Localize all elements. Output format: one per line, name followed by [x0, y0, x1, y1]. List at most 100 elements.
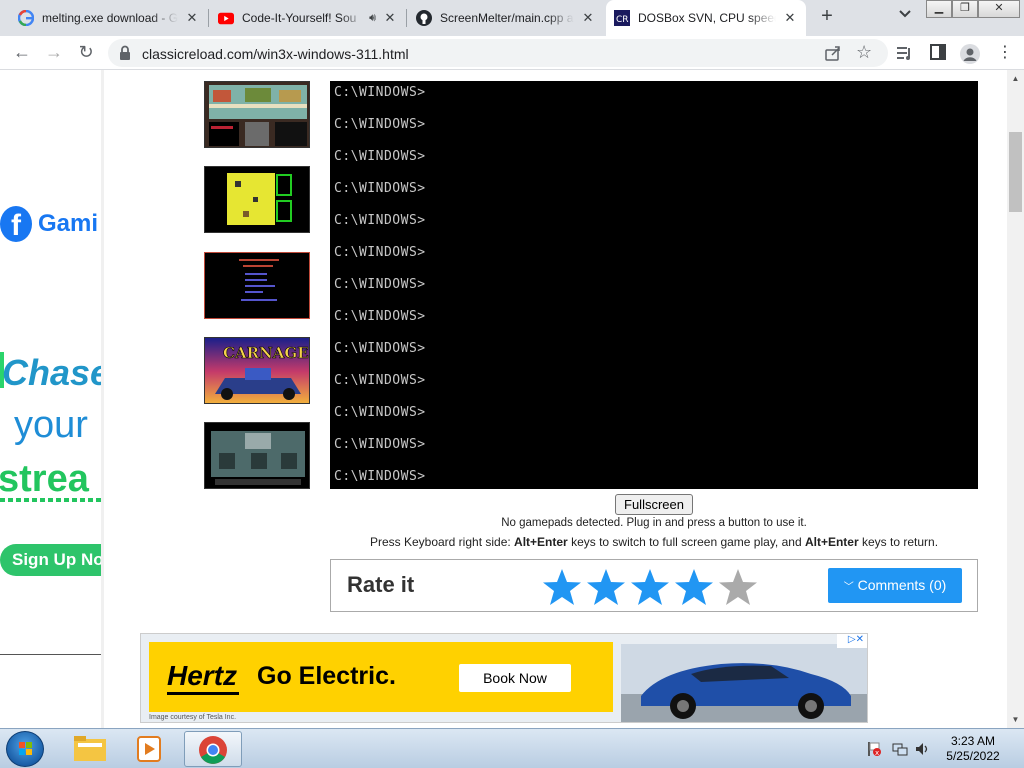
network-icon[interactable]	[892, 741, 908, 757]
ad-your-text: your	[14, 404, 88, 446]
media-player-icon	[137, 736, 161, 762]
profile-avatar-icon[interactable]	[960, 44, 980, 64]
window-controls: ▁ ❐ ✕	[926, 0, 1020, 18]
close-tab-icon[interactable]: ✕	[580, 10, 596, 26]
dos-prompt-line: C:\WINDOWS>	[334, 277, 426, 292]
ad-sign-up-button[interactable]: Sign Up Now	[0, 544, 101, 576]
tab-search-chevron-icon[interactable]	[896, 8, 914, 26]
close-tab-icon[interactable]: ✕	[382, 10, 398, 26]
ad-dashed-line	[0, 498, 101, 502]
minimize-button[interactable]: ▁	[926, 0, 952, 18]
volume-speaker-icon[interactable]	[914, 741, 930, 757]
share-icon[interactable]	[824, 44, 842, 62]
book-now-button[interactable]: Book Now	[459, 664, 571, 692]
chevron-down-icon: ﹀	[843, 582, 854, 593]
windows-taskbar: x 3:23 AM 5/25/2022	[0, 728, 1024, 768]
taskbar-explorer[interactable]	[60, 731, 118, 767]
game-thumbnail-4[interactable]: CARNAGE	[204, 337, 310, 404]
tab-youtube[interactable]: Code-It-Yourself! Sou 🔊︎ ✕	[210, 4, 406, 32]
tab-github[interactable]: ScreenMelter/main.cpp at ✕	[408, 4, 604, 32]
close-tab-icon[interactable]: ✕	[782, 10, 798, 26]
rating-star-3-icon[interactable]	[630, 568, 670, 606]
game-thumbnail-5[interactable]	[204, 422, 310, 489]
tab-separator	[208, 9, 209, 27]
comments-label: Comments (0)	[857, 577, 947, 593]
rating-star-2-icon[interactable]	[586, 568, 626, 606]
close-window-button[interactable]: ✕	[978, 0, 1020, 18]
action-center-flag-icon[interactable]: x	[866, 741, 882, 757]
ad-image-credit: Image courtesy of Tesla Inc.	[149, 714, 237, 721]
tab-title: Code-It-Yourself! Sou	[242, 11, 357, 25]
ad-choices-icon[interactable]: ▷✕	[837, 634, 867, 648]
rating-star-5-icon[interactable]	[718, 568, 758, 606]
tab-title: DOSBox SVN, CPU speed:	[638, 11, 776, 25]
game-thumbnail-2[interactable]	[204, 166, 310, 233]
comments-button[interactable]: ﹀ Comments (0)	[828, 568, 962, 603]
side-panel-icon[interactable]	[930, 44, 948, 62]
ad-stream-text: strea	[0, 458, 89, 500]
tab-dosbox[interactable]: CR DOSBox SVN, CPU speed: ✕	[606, 0, 806, 36]
facebook-icon: f	[0, 206, 32, 242]
windows-logo-icon	[19, 742, 32, 755]
dos-prompt-line: C:\WINDOWS>	[334, 181, 426, 196]
dos-prompt-line: C:\WINDOWS>	[334, 117, 426, 132]
tab-title: melting.exe download - G	[42, 11, 178, 25]
svg-text:CR: CR	[616, 15, 629, 25]
dos-prompt-line: C:\WINDOWS>	[334, 469, 426, 484]
bookmark-star-icon[interactable]: ☆	[856, 42, 872, 63]
fullscreen-button[interactable]: Fullscreen	[615, 494, 693, 515]
keys-prefix: Press Keyboard right side:	[369, 535, 515, 549]
classicreload-icon: CR	[614, 10, 630, 26]
scroll-up-arrow-icon[interactable]: ▲	[1007, 70, 1024, 87]
left-side-ad[interactable]: f Gami Chase your strea Sign Up Now	[0, 70, 101, 655]
dosbox-emulator-screen[interactable]: C:\WINDOWS> C:\WINDOWS> C:\WINDOWS> C:\W…	[330, 81, 978, 489]
taskbar-chrome[interactable]	[184, 731, 242, 767]
github-icon	[416, 10, 432, 26]
dos-prompt-line: C:\WINDOWS>	[334, 341, 426, 356]
keys-suffix: keys to return.	[858, 535, 939, 549]
rating-star-1-icon[interactable]	[542, 568, 582, 606]
reload-icon[interactable]: ↻	[74, 41, 98, 65]
game-thumbnail-3[interactable]	[204, 252, 310, 319]
system-clock[interactable]: 3:23 AM 5/25/2022	[930, 734, 1016, 764]
gamepad-note: No gamepads detected. Plug in and press …	[501, 517, 807, 529]
page-scrollbar[interactable]: ▲ ▼	[1007, 70, 1024, 728]
back-arrow-icon[interactable]: ←	[10, 41, 34, 65]
svg-text:CARNAGE: CARNAGE	[223, 344, 309, 362]
rating-star-4-icon[interactable]	[674, 568, 714, 606]
address-bar[interactable]: classicreload.com/win3x-windows-311.html…	[108, 39, 888, 67]
tab-title: ScreenMelter/main.cpp at	[440, 11, 574, 25]
hertz-logo-underline	[167, 692, 239, 695]
browser-menu-icon[interactable]: ⋮	[996, 44, 1014, 62]
folder-icon	[74, 736, 106, 761]
keyboard-instructions: Press Keyboard right side: Alt+Enter key…	[330, 535, 978, 549]
rate-it-heading: Rate it	[347, 572, 415, 597]
youtube-icon	[218, 10, 234, 26]
hertz-yellow-panel: Hertz Go Electric. Book Now	[149, 642, 613, 712]
scroll-thumb[interactable]	[1009, 132, 1022, 212]
speaker-icon[interactable]: 🔊︎	[369, 12, 376, 25]
start-button[interactable]	[6, 731, 44, 767]
forward-arrow-icon[interactable]: →	[42, 41, 66, 65]
taskbar-media-player[interactable]	[122, 731, 180, 767]
tesla-car-image	[621, 644, 867, 722]
dos-prompt-line: C:\WINDOWS>	[334, 437, 426, 452]
game-thumbnail-1[interactable]	[204, 81, 310, 148]
media-queue-icon[interactable]	[896, 44, 914, 62]
clock-date: 5/25/2022	[946, 749, 1000, 763]
lock-icon[interactable]	[118, 45, 134, 61]
ad-chase-text: Chase	[2, 352, 101, 393]
new-tab-button[interactable]: +	[816, 6, 838, 28]
hertz-banner-ad[interactable]: Hertz Go Electric. Book Now Image courte…	[140, 633, 868, 723]
ad-gaming-text: Gami	[38, 210, 99, 237]
tab-strip: melting.exe download - G ✕ Code-It-Yours…	[0, 0, 1024, 36]
scroll-down-arrow-icon[interactable]: ▼	[1007, 711, 1024, 728]
keys-middle: keys to switch to full screen game play,…	[567, 535, 805, 549]
keys-combo: Alt+Enter	[804, 535, 859, 549]
chrome-icon	[199, 736, 227, 764]
tab-google-search[interactable]: melting.exe download - G ✕	[10, 4, 208, 32]
close-tab-icon[interactable]: ✕	[184, 10, 200, 26]
tab-separator	[406, 9, 407, 27]
maximize-button[interactable]: ❐	[952, 0, 978, 18]
url-text[interactable]: classicreload.com/win3x-windows-311.html	[142, 46, 409, 62]
